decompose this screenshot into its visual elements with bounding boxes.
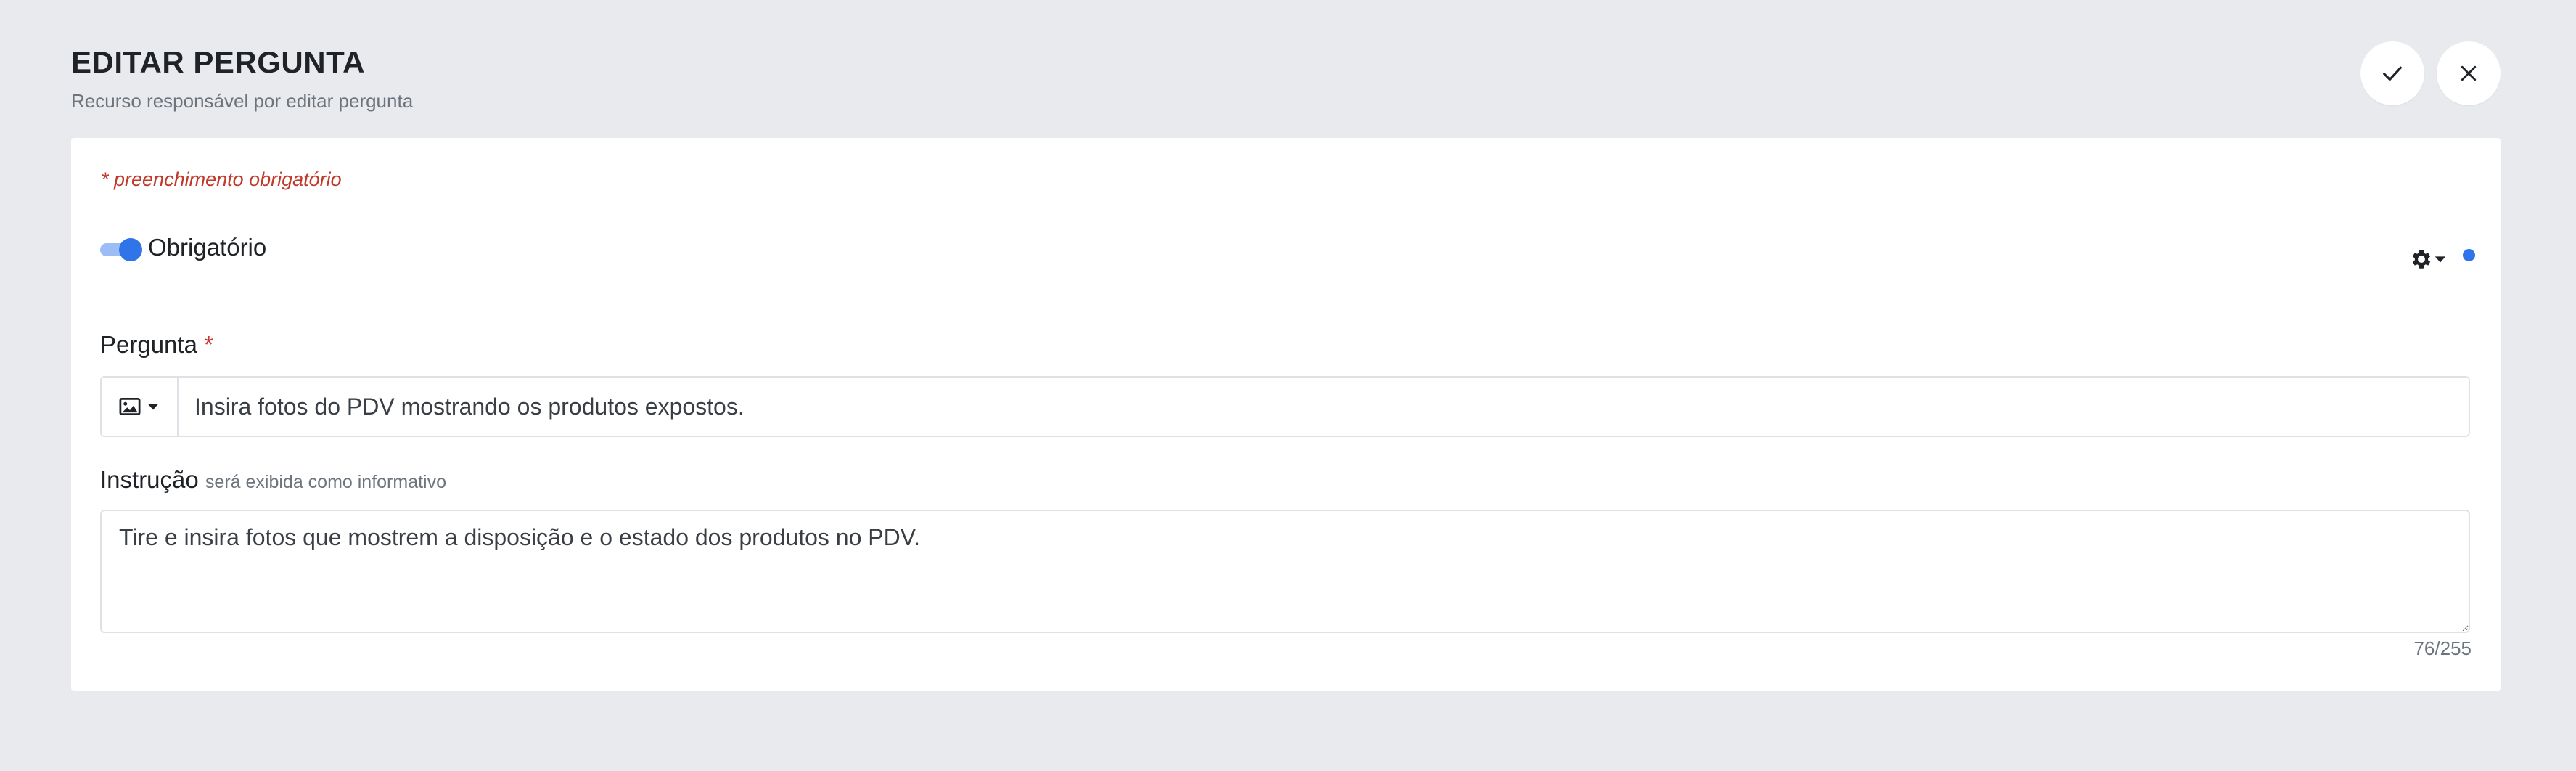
required-marker: * [204, 331, 213, 358]
instruction-textarea[interactable]: Tire e insira fotos que mostrem a dispos… [100, 510, 2470, 633]
instruction-label-text: Instrução [100, 466, 199, 493]
question-label-text: Pergunta [100, 331, 197, 358]
page-title: EDITAR PERGUNTA [71, 45, 365, 79]
question-input-group [100, 376, 2470, 437]
instruction-label: Instrução será exibida como informativo [100, 466, 446, 494]
close-button[interactable] [2437, 41, 2501, 105]
question-form-card: * preenchimento obrigatório Obrigatório … [71, 138, 2501, 691]
image-icon [119, 398, 141, 415]
status-dot [2463, 249, 2475, 261]
edit-question-page: EDITAR PERGUNTA Recurso responsável por … [0, 0, 2576, 771]
character-counter: 76/255 [2413, 637, 2472, 659]
confirm-button[interactable] [2360, 41, 2424, 105]
required-note: * preenchimento obrigatório [101, 168, 342, 190]
question-label: Pergunta * [100, 331, 213, 359]
toggle-knob [119, 238, 142, 261]
question-input[interactable] [179, 378, 2469, 436]
instruction-hint: será exibida como informativo [205, 472, 447, 492]
check-icon [2383, 66, 2402, 81]
page-subtitle: Recurso responsável por editar pergunta [71, 90, 414, 112]
close-icon [2461, 65, 2477, 81]
question-type-dropdown[interactable] [102, 378, 179, 436]
caret-down-icon [2435, 256, 2446, 263]
required-toggle[interactable] [100, 238, 142, 261]
required-toggle-label[interactable]: Obrigatório [148, 234, 266, 261]
gear-icon [2412, 250, 2431, 269]
caret-down-icon [147, 404, 159, 410]
settings-dropdown[interactable] [2409, 247, 2447, 272]
